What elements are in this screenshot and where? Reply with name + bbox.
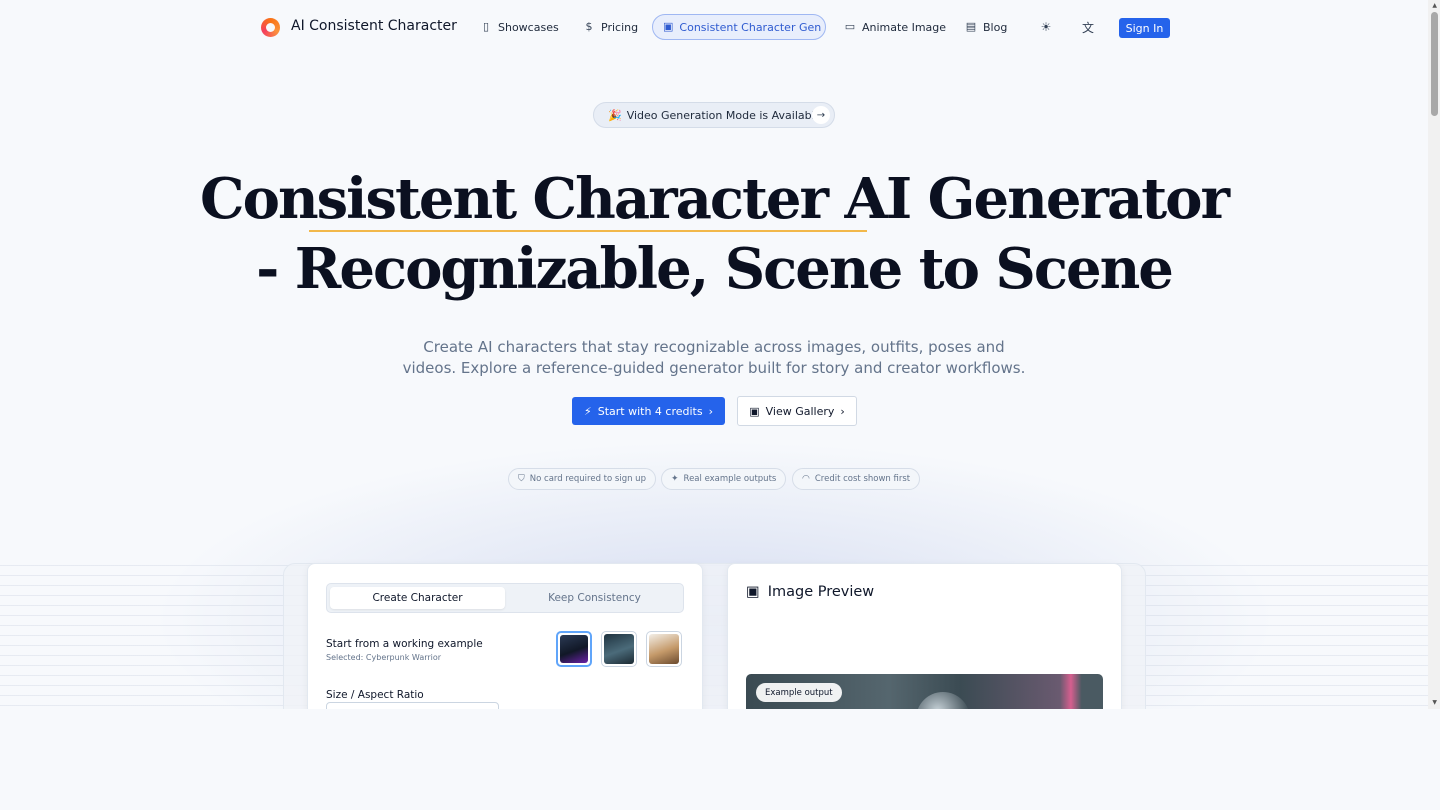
nav-label: Animate Image	[862, 20, 947, 34]
gauge-icon: ◠	[802, 474, 810, 484]
example-title: Start from a working example	[326, 638, 483, 650]
generator-panel: Create Character Keep Consistency Start …	[307, 563, 703, 709]
cta-label: Start with 4 credits	[597, 404, 703, 418]
chip-label: Real example outputs	[683, 474, 777, 484]
sign-in-button[interactable]: Sign In	[1119, 18, 1170, 38]
thumbnail-image	[604, 634, 634, 664]
example-output-image: Example output	[746, 674, 1103, 709]
gallery-icon: ▣	[749, 404, 760, 418]
newspaper-icon: ▤	[965, 20, 977, 33]
chevron-right-icon: ›	[708, 404, 714, 418]
tab-keep-consistency[interactable]: Keep Consistency	[507, 587, 682, 609]
video-icon: ▭	[844, 20, 856, 33]
scrollbar-thumb[interactable]	[1431, 12, 1438, 116]
image-icon: ▣	[663, 20, 674, 33]
logo-icon[interactable]	[261, 18, 280, 37]
sparkle-icon: ✦	[671, 474, 679, 484]
nav-label: Consistent Character Gen	[679, 20, 822, 34]
scroll-down-icon[interactable]: ▼	[1432, 699, 1437, 706]
shield-icon: ⛉	[518, 474, 525, 484]
nav-label: Blog	[983, 20, 1008, 34]
trust-chip: ✦ Real example outputs	[661, 468, 787, 490]
columns-icon: ▯	[482, 20, 490, 33]
preview-title-text: Image Preview	[767, 584, 875, 600]
brand-name[interactable]: AI Consistent Character	[291, 18, 457, 34]
example-selected: Selected: Cyberpunk Warrior	[326, 653, 442, 662]
chip-label: No card required to sign up	[529, 474, 646, 484]
chip-label: Credit cost shown first	[814, 474, 911, 484]
hero-title-line1: Consistent Character AI Generator	[200, 166, 1230, 232]
size-aspect-label: Size / Aspect Ratio	[326, 689, 424, 701]
hero-subtitle-line1: Create AI characters that stay recogniza…	[423, 338, 1005, 356]
nav-item-pricing[interactable]: $ Pricing	[573, 14, 648, 40]
translate-icon[interactable]: 文	[1080, 19, 1096, 35]
nav-item-showcases[interactable]: ▯ Showcases	[470, 14, 569, 40]
hero-subtitle-line2: videos. Explore a reference-guided gener…	[402, 359, 1026, 377]
scroll-up-icon[interactable]: ▲	[1432, 2, 1437, 9]
chevron-right-icon: ›	[840, 404, 845, 418]
lightning-icon: ⚡	[583, 404, 592, 418]
trust-chip: ◠ Credit cost shown first	[792, 468, 921, 490]
helmet-figure	[916, 692, 970, 709]
title-underline	[309, 230, 867, 232]
hero-title-line2: - Recognizable, Scene to Scene	[256, 236, 1174, 302]
cta-label: View Gallery	[765, 404, 835, 418]
nav-item-animate-image[interactable]: ▭ Animate Image	[834, 14, 956, 40]
view-gallery-button[interactable]: ▣ View Gallery ›	[737, 396, 857, 426]
example-thumbnail-cyberpunk[interactable]	[556, 631, 592, 667]
start-credits-button[interactable]: ⚡ Start with 4 credits ›	[572, 397, 725, 425]
size-aspect-select[interactable]	[326, 702, 499, 709]
image-preview-panel: ▣ Image Preview Example output	[727, 563, 1122, 709]
announcement-text: Video Generation Mode is Available	[626, 108, 822, 122]
dollar-icon: $	[585, 20, 593, 33]
thumbnail-image	[560, 635, 588, 663]
tab-create-character[interactable]: Create Character	[330, 587, 505, 609]
top-navbar: AI Consistent Character ▯ Showcases $ Pr…	[0, 14, 1428, 42]
nav-label: Pricing	[601, 20, 639, 34]
page-scrollbar[interactable]: ▲ ▼	[1428, 0, 1440, 709]
trust-chip: ⛉ No card required to sign up	[508, 468, 656, 490]
page-viewport: AI Consistent Character ▯ Showcases $ Pr…	[0, 0, 1440, 709]
example-thumbnail[interactable]	[646, 631, 682, 667]
image-icon: ▣	[746, 584, 760, 600]
example-output-pill: Example output	[756, 683, 842, 702]
sun-icon[interactable]: ☀	[1038, 19, 1054, 35]
nav-item-consistent-character-gen[interactable]: ▣ Consistent Character Gen	[652, 14, 826, 40]
preview-title: ▣ Image Preview	[746, 584, 874, 600]
nav-label: Showcases	[498, 20, 559, 34]
announcement-badge[interactable]: 🎉 Video Generation Mode is Available →	[593, 102, 835, 128]
mode-tabs: Create Character Keep Consistency	[326, 583, 684, 613]
thumbnail-image	[649, 634, 679, 664]
example-thumbnail[interactable]	[601, 631, 637, 667]
nav-item-blog[interactable]: ▤ Blog	[955, 14, 1017, 40]
party-icon: 🎉	[608, 108, 622, 122]
arrow-right-icon[interactable]: →	[812, 106, 830, 124]
